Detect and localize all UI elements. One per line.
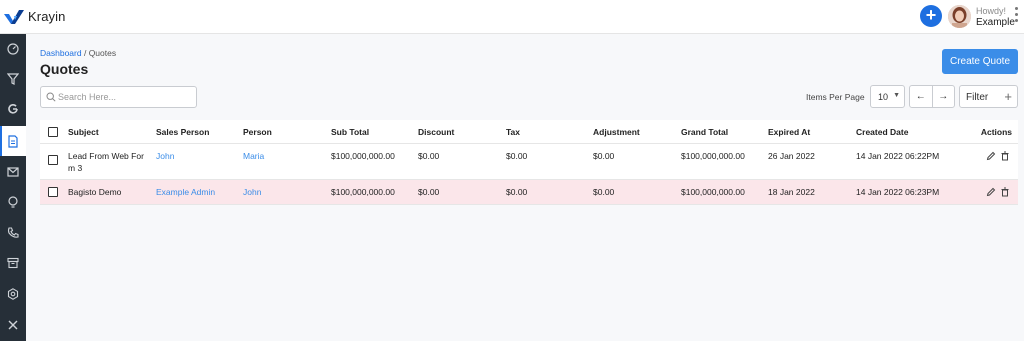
sidebar-item-dashboard[interactable] (0, 34, 26, 64)
column-header-tax[interactable]: Tax (506, 127, 520, 137)
row-sub-total: $100,000,000.00 (331, 151, 395, 161)
row-person-link[interactable]: Maria (243, 151, 264, 161)
items-per-page-label: Items Per Page (806, 92, 865, 102)
page-title: Quotes (40, 61, 89, 77)
previous-page-button[interactable]: ← (910, 86, 933, 107)
column-header-created-date[interactable]: Created Date (856, 127, 908, 137)
table-row: Lead From Web For m 3 John Maria $100,00… (40, 144, 1018, 180)
row-sales-person-link[interactable]: John (156, 151, 174, 161)
search-placeholder: Search Here... (58, 92, 117, 102)
tools-icon (8, 320, 18, 330)
pagination-controls: ← → (909, 85, 955, 108)
row-actions (986, 151, 1010, 161)
more-menu-icon[interactable] (1013, 7, 1019, 27)
next-page-button[interactable]: → (933, 86, 955, 107)
column-header-person[interactable]: Person (243, 127, 272, 137)
row-discount: $0.00 (418, 187, 440, 197)
filter-label: Filter (966, 92, 989, 103)
search-input[interactable]: Search Here... (40, 86, 197, 108)
select-all-checkbox[interactable] (48, 127, 58, 137)
items-per-page-value: 10 (878, 92, 889, 102)
row-subject-continued: m 3 (68, 163, 83, 173)
row-discount: $0.00 (418, 151, 440, 161)
sidebar-item-google[interactable] (0, 94, 26, 124)
row-expired-at: 26 Jan 2022 (768, 151, 815, 161)
row-grand-total: $100,000,000.00 (681, 151, 745, 161)
items-per-page-select[interactable]: 10 ▼ (870, 85, 905, 108)
edit-pencil-icon[interactable] (986, 151, 996, 161)
sidebar-item-contacts[interactable] (0, 218, 26, 248)
column-header-grand-total[interactable]: Grand Total (681, 127, 728, 137)
sidebar-item-products[interactable] (0, 248, 26, 278)
row-tax: $0.00 (506, 187, 528, 197)
search-icon (46, 92, 56, 102)
app-logo[interactable]: Krayin (4, 9, 65, 24)
app-name: Krayin (28, 9, 66, 24)
quote-document-icon (8, 134, 18, 148)
filter-button[interactable]: Filter + (959, 85, 1018, 108)
row-subject: Lead From Web For (68, 151, 144, 161)
column-header-sales-person[interactable]: Sales Person (156, 127, 209, 137)
plus-icon: + (1004, 89, 1012, 104)
top-bar: Krayin + Howdy! Example (0, 0, 1024, 34)
delete-trash-icon[interactable] (1000, 151, 1010, 161)
row-created-date: 14 Jan 2022 06:23PM (856, 187, 940, 197)
row-sales-person-link[interactable]: Example Admin (156, 187, 215, 197)
sidebar-item-quotes[interactable] (0, 126, 26, 156)
column-header-expired-at[interactable]: Expired At (768, 127, 810, 137)
edit-pencil-icon[interactable] (986, 187, 996, 197)
row-checkbox[interactable] (48, 155, 58, 165)
sidebar-item-settings[interactable] (0, 279, 26, 309)
table-header: Subject Sales Person Person Sub Total Di… (40, 120, 1018, 144)
sidebar (0, 34, 26, 341)
breadcrumb-dashboard-link[interactable]: Dashboard (40, 48, 82, 58)
filter-icon (7, 73, 19, 85)
row-checkbox[interactable] (48, 187, 58, 197)
row-adjustment: $0.00 (593, 187, 615, 197)
create-quote-button[interactable]: Create Quote (942, 49, 1018, 74)
mail-icon (7, 167, 19, 177)
row-subject: Bagisto Demo (68, 187, 122, 197)
column-header-sub-total[interactable]: Sub Total (331, 127, 369, 137)
column-header-actions: Actions (980, 127, 1012, 137)
delete-trash-icon[interactable] (1000, 187, 1010, 197)
sidebar-item-activities[interactable] (0, 187, 26, 217)
column-header-adjustment[interactable]: Adjustment (593, 127, 640, 137)
avatar-image (948, 5, 971, 28)
row-created-date: 14 Jan 2022 06:22PM (856, 151, 940, 161)
breadcrumb-current: Quotes (88, 48, 117, 58)
breadcrumb-separator: / (81, 48, 89, 58)
sidebar-item-configuration[interactable] (0, 310, 26, 340)
sidebar-item-leads[interactable] (0, 64, 26, 94)
column-header-discount[interactable]: Discount (418, 127, 454, 137)
phone-icon (7, 227, 19, 238)
google-icon (8, 104, 18, 114)
breadcrumb: Dashboard / Quotes (40, 48, 116, 58)
row-actions (986, 187, 1010, 197)
chevron-down-icon: ▼ (893, 92, 900, 99)
row-sub-total: $100,000,000.00 (331, 187, 395, 197)
row-person-link[interactable]: John (243, 187, 261, 197)
row-expired-at: 18 Jan 2022 (768, 187, 815, 197)
dashboard-icon (7, 43, 19, 55)
table-row: Bagisto Demo Example Admin John $100,000… (40, 180, 1018, 205)
krayin-logo-icon (4, 9, 24, 24)
user-name[interactable]: Example (976, 17, 1015, 28)
quick-add-button[interactable]: + (920, 5, 942, 27)
archive-box-icon (7, 257, 19, 269)
bulb-icon (8, 195, 18, 208)
avatar[interactable] (948, 5, 971, 28)
row-tax: $0.00 (506, 151, 528, 161)
quotes-table: Subject Sales Person Person Sub Total Di… (40, 120, 1018, 205)
row-adjustment: $0.00 (593, 151, 615, 161)
user-greeting: Howdy! (976, 6, 1007, 16)
settings-icon (7, 288, 19, 300)
column-header-subject[interactable]: Subject (68, 127, 99, 137)
row-grand-total: $100,000,000.00 (681, 187, 745, 197)
sidebar-item-mail[interactable] (0, 157, 26, 187)
